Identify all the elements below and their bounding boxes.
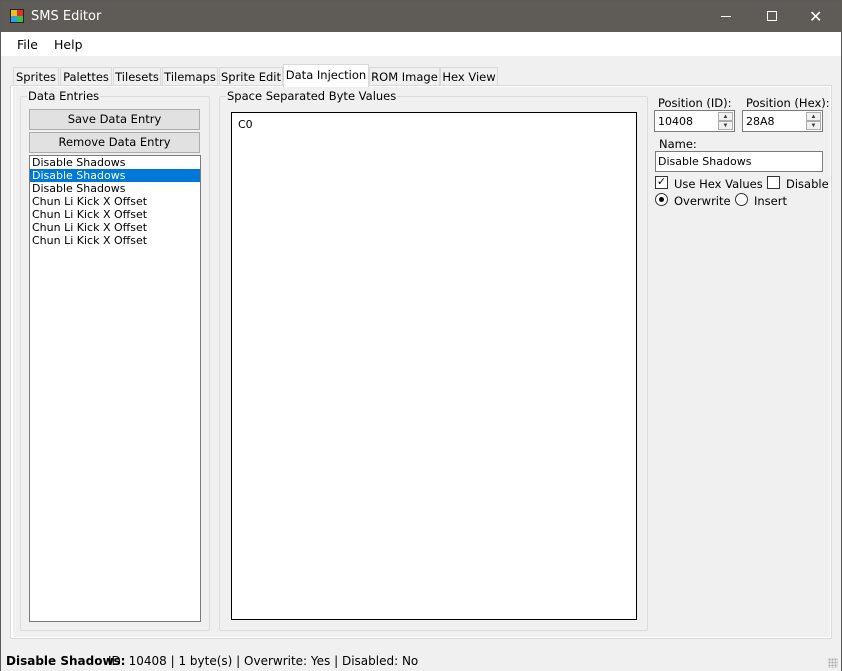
menu-bar: File Help [1,32,841,56]
use-hex-label: Use Hex Values [674,177,763,191]
window-title: SMS Editor [31,9,102,24]
list-item[interactable]: Disable Shadows [30,169,200,182]
disable-label: Disable [786,177,829,191]
insert-radio[interactable] [735,193,748,206]
byte-values-textarea[interactable]: C0 [231,112,637,620]
data-entries-list[interactable]: Disable Shadows Disable Shadows Disable Sh… [29,155,201,622]
tab-hex-view[interactable]: Hex View [440,67,498,86]
tab-palettes[interactable]: Palettes [60,67,112,86]
minimize-button[interactable] [703,1,749,32]
overwrite-label: Overwrite [674,194,731,208]
tab-tilesets[interactable]: Tilesets [113,67,161,86]
position-hex-label: Position (Hex): [746,96,830,110]
position-hex-value: 28A8 [746,115,775,128]
maximize-icon [767,11,777,21]
name-label: Name: [659,137,697,151]
use-hex-checkbox[interactable]: ✓ [655,176,668,189]
spin-up-icon[interactable]: ▲ [718,112,733,121]
menu-help[interactable]: Help [54,37,83,52]
spin-up-icon[interactable]: ▲ [806,112,821,121]
position-id-stepper[interactable]: 10408 ▲ ▼ [654,110,735,132]
name-field[interactable]: Disable Shadows [655,151,823,172]
main-window: SMS Editor ✕ File Help Sprites Palettes … [0,0,842,671]
close-button[interactable]: ✕ [795,1,841,32]
check-icon: ✓ [656,176,667,188]
radio-dot-icon [659,197,664,202]
save-data-entry-button[interactable]: Save Data Entry [29,109,200,130]
app-icon [10,9,24,23]
menu-file[interactable]: File [17,37,38,52]
tab-sprites[interactable]: Sprites [13,67,59,86]
overwrite-radio[interactable] [655,193,668,206]
tab-sprite-edit[interactable]: Sprite Edit [219,67,283,86]
maximize-button[interactable] [749,1,795,32]
list-item[interactable]: Chun Li Kick X Offset [30,208,200,221]
data-entries-title: Data Entries [27,89,101,103]
tab-tilemaps[interactable]: Tilemaps [162,67,218,86]
spin-down-icon[interactable]: ▼ [806,121,821,130]
list-item[interactable]: Disable Shadows [30,182,200,195]
spin-down-icon[interactable]: ▼ [718,121,733,130]
disable-checkbox[interactable] [767,176,780,189]
list-item[interactable]: Chun Li Kick X Offset [30,221,200,234]
list-item[interactable]: Chun Li Kick X Offset [30,195,200,208]
position-id-value: 10408 [658,115,693,128]
resize-grip-icon[interactable] [828,658,838,668]
tab-data-injection[interactable]: Data Injection [283,64,369,87]
remove-data-entry-button[interactable]: Remove Data Entry [29,132,200,153]
byte-values-title: Space Separated Byte Values [226,89,398,103]
position-id-label: Position (ID): [658,96,732,110]
status-bar: Disable Shadows: ID: 10408 | 1 byte(s) |… [1,649,841,671]
list-item[interactable]: Disable Shadows [30,156,200,169]
title-bar[interactable]: SMS Editor ✕ [1,1,841,32]
list-item[interactable]: Chun Li Kick X Offset [30,234,200,247]
status-details: ID: 10408 | 1 byte(s) | Overwrite: Yes |… [108,654,419,668]
close-icon: ✕ [809,7,823,26]
tab-rom-image[interactable]: ROM Image [369,67,440,86]
insert-label: Insert [754,194,787,208]
minimize-icon [721,16,731,17]
position-hex-stepper[interactable]: 28A8 ▲ ▼ [742,110,823,132]
